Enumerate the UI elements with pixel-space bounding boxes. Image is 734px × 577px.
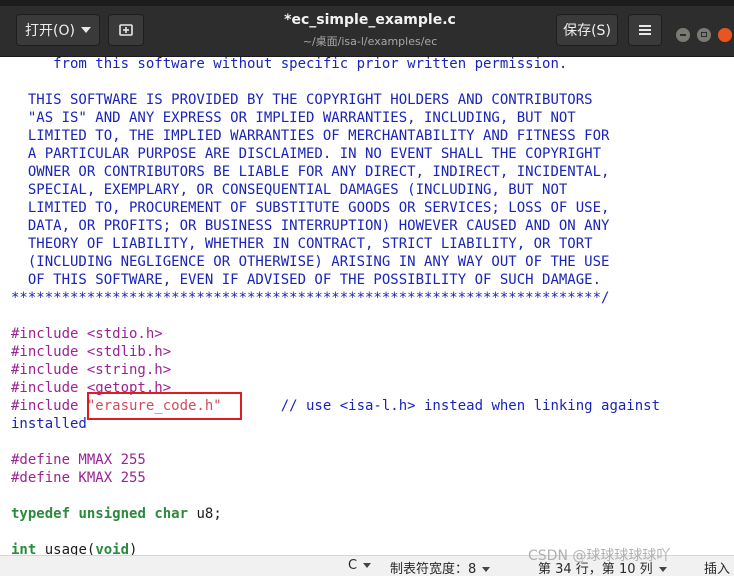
code-line: typedef unsigned char u8; (11, 505, 222, 523)
tab-width-selector[interactable]: 制表符宽度：8 (390, 558, 491, 577)
chevron-down-icon (80, 27, 91, 33)
window-title: *ec_simple_example.c (284, 12, 456, 28)
maximize-icon (701, 32, 707, 37)
new-document-icon (119, 24, 133, 36)
chevron-down-icon (482, 567, 491, 572)
code-line: #include <string.h> (11, 361, 171, 379)
hamburger-menu-button[interactable] (628, 14, 662, 46)
code-token: unsigned (78, 506, 146, 522)
code-token: THEORY OF LIABILITY, WHETHER IN CONTRACT… (11, 236, 593, 252)
code-token: #include (11, 326, 87, 342)
code-token: (INCLUDING NEGLIGENCE OR OTHERWISE) ARIS… (11, 254, 610, 270)
watermark: CSDN @球球球球球吖 (528, 548, 671, 564)
code-token: THIS SOFTWARE IS PROVIDED BY THE COPYRIG… (11, 92, 593, 108)
open-file-label: 打开(O) (25, 23, 75, 39)
chevron-down-icon (658, 567, 667, 572)
code-token: LIMITED TO, THE IMPLIED WARRANTIES OF ME… (11, 128, 610, 144)
code-token: <stdlib.h> (86, 344, 172, 360)
code-token: installed (11, 416, 87, 432)
code-line: #define MMAX 255 (11, 451, 146, 469)
code-token: int (11, 542, 37, 555)
code-token: "AS IS" AND ANY EXPRESS OR IMPLIED WARRA… (11, 110, 576, 126)
code-line: THIS SOFTWARE IS PROVIDED BY THE COPYRIG… (11, 91, 593, 109)
code-token: #include (11, 362, 87, 378)
code-token: OWNER OR CONTRIBUTORS BE LIABLE FOR ANY … (11, 164, 610, 180)
code-token: SPECIAL, EXEMPLARY, OR CONSEQUENTIAL DAM… (11, 182, 568, 198)
file-path: ~/桌面/isa-l/examples/ec (302, 35, 438, 48)
close-button[interactable] (718, 28, 732, 42)
code-token: ) (129, 542, 138, 555)
code-line: (INCLUDING NEGLIGENCE OR OTHERWISE) ARIS… (11, 253, 610, 271)
code-line: #define KMAX 255 (11, 469, 146, 487)
code-line: #include <stdio.h> (11, 325, 163, 343)
code-line: "AS IS" AND ANY EXPRESS OR IMPLIED WARRA… (11, 109, 576, 127)
maximize-button[interactable] (697, 28, 711, 42)
code-token: DATA, OR PROFITS; OR BUSINESS INTERRUPTI… (11, 218, 610, 234)
code-line: from this software without specific prio… (11, 57, 567, 73)
code-line: DATA, OR PROFITS; OR BUSINESS INTERRUPTI… (11, 217, 610, 235)
code-token: char (154, 506, 189, 522)
hamburger-menu-icon (639, 25, 651, 35)
code-line: THEORY OF LIABILITY, WHETHER IN CONTRACT… (11, 235, 593, 253)
code-token: void (95, 542, 130, 555)
code-token: usage( (36, 542, 96, 555)
code-line: OF THIS SOFTWARE, EVEN IF ADVISED OF THE… (11, 271, 601, 289)
code-line: ****************************************… (11, 289, 609, 307)
code-line: #include <stdlib.h> (11, 343, 171, 361)
code-token: ****************************************… (11, 290, 610, 306)
code-token: // use <isa-l.h> instead when linking ag… (221, 398, 661, 414)
code-token: from this software without specific prio… (11, 57, 568, 72)
code-token: u8; (188, 506, 222, 522)
new-document-button[interactable] (108, 14, 144, 46)
insert-mode[interactable]: 插入 (704, 558, 730, 577)
code-line: int usage(void) (11, 541, 137, 555)
code-token: #define MMAX 255 (11, 452, 146, 468)
open-file-button[interactable]: 打开(O) (16, 14, 100, 46)
language-selector[interactable]: C (348, 558, 372, 573)
code-token: OF THIS SOFTWARE, EVEN IF ADVISED OF THE… (11, 272, 602, 288)
code-editor[interactable]: from this software without specific prio… (0, 57, 734, 555)
header-bar: 打开(O) *ec_simple_example.c ~/桌面/isa-l/ex… (0, 6, 734, 57)
code-line: LIMITED TO, THE IMPLIED WARRANTIES OF ME… (11, 127, 610, 145)
code-token: #include (11, 380, 87, 396)
code-line: installed (11, 415, 87, 433)
code-token: <stdio.h> (86, 326, 163, 342)
code-line: A PARTICULAR PURPOSE ARE DISCLAIMED. IN … (11, 145, 601, 163)
save-button[interactable]: 保存(S) (556, 14, 618, 46)
code-token: LIMITED TO, PROCUREMENT OF SUBSTITUTE GO… (11, 200, 610, 216)
chevron-down-icon (363, 563, 372, 568)
code-token: <string.h> (86, 362, 172, 378)
minimize-icon (680, 34, 686, 36)
code-token: #include (11, 398, 87, 414)
highlight-annotation-box (87, 392, 242, 420)
code-line: OWNER OR CONTRIBUTORS BE LIABLE FOR ANY … (11, 163, 610, 181)
minimize-button[interactable] (676, 28, 690, 42)
code-token: #include (11, 344, 87, 360)
code-token: #define KMAX 255 (11, 470, 146, 486)
code-line: SPECIAL, EXEMPLARY, OR CONSEQUENTIAL DAM… (11, 181, 567, 199)
code-token: A PARTICULAR PURPOSE ARE DISCLAIMED. IN … (11, 146, 602, 162)
language-label: C (348, 558, 358, 573)
code-line: LIMITED TO, PROCUREMENT OF SUBSTITUTE GO… (11, 199, 610, 217)
code-token: typedef (11, 506, 71, 522)
